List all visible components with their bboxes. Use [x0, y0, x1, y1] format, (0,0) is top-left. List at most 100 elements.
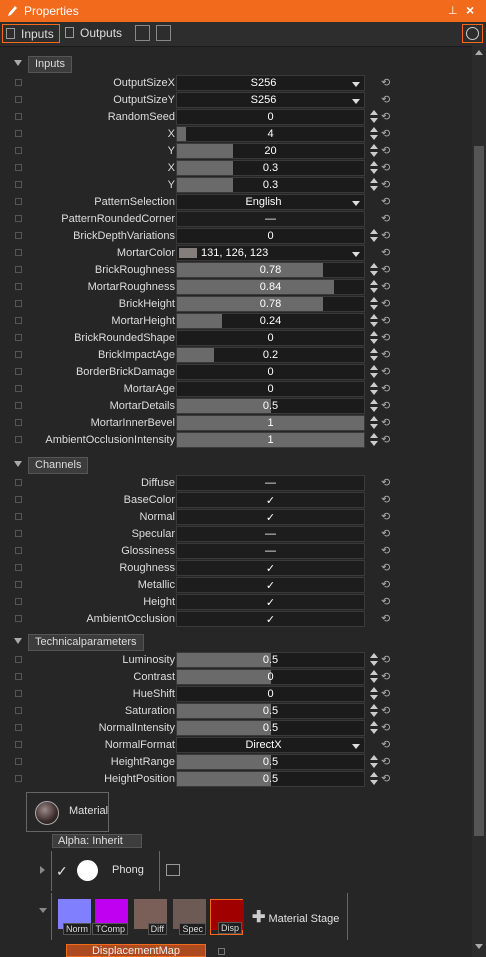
- toggle-field[interactable]: —: [176, 211, 365, 227]
- spin-up-icon[interactable]: [370, 365, 378, 370]
- spin-arrows-icon[interactable]: [370, 161, 379, 175]
- shader-block[interactable]: ✓ Phong: [51, 851, 160, 891]
- reset-icon[interactable]: ⟲: [381, 595, 390, 608]
- value-slider[interactable]: 0: [176, 330, 365, 346]
- reset-icon[interactable]: ⟲: [381, 561, 390, 574]
- reset-icon[interactable]: ⟲: [381, 365, 390, 378]
- spin-up-icon[interactable]: [370, 433, 378, 438]
- spin-down-icon[interactable]: [370, 305, 378, 310]
- row-checkbox[interactable]: [15, 130, 22, 137]
- value-slider[interactable]: 0.5: [176, 720, 365, 736]
- row-checkbox[interactable]: [15, 79, 22, 86]
- close-icon[interactable]: ×: [466, 2, 474, 18]
- scroll-up-icon[interactable]: [475, 50, 483, 55]
- row-checkbox[interactable]: [15, 690, 22, 697]
- tab-outputs[interactable]: Outputs: [62, 24, 130, 43]
- spin-arrows-icon[interactable]: [370, 314, 379, 328]
- reset-icon[interactable]: ⟲: [381, 93, 390, 106]
- reset-icon[interactable]: ⟲: [381, 246, 390, 259]
- spin-up-icon[interactable]: [370, 670, 378, 675]
- scroll-down-icon[interactable]: [475, 944, 483, 949]
- value-slider[interactable]: 0.5: [176, 398, 365, 414]
- spin-up-icon[interactable]: [370, 280, 378, 285]
- scroll-thumb[interactable]: [474, 146, 484, 836]
- chevron-down-icon[interactable]: [14, 60, 22, 66]
- row-checkbox[interactable]: [15, 317, 22, 324]
- spin-up-icon[interactable]: [370, 127, 378, 132]
- spin-arrows-icon[interactable]: [370, 382, 379, 396]
- spin-up-icon[interactable]: [370, 721, 378, 726]
- row-checkbox[interactable]: [15, 198, 22, 205]
- spin-down-icon[interactable]: [370, 237, 378, 242]
- spin-arrows-icon[interactable]: [370, 280, 379, 294]
- spin-arrows-icon[interactable]: [370, 755, 379, 769]
- spin-down-icon[interactable]: [370, 339, 378, 344]
- reset-icon[interactable]: ⟲: [381, 280, 390, 293]
- value-dropdown[interactable]: S256: [176, 92, 365, 108]
- spin-up-icon[interactable]: [370, 653, 378, 658]
- value-slider[interactable]: 0: [176, 669, 365, 685]
- reset-icon[interactable]: ⟲: [381, 127, 390, 140]
- reset-icon[interactable]: ⟲: [381, 229, 390, 242]
- spin-arrows-icon[interactable]: [370, 229, 379, 243]
- material-button[interactable]: Material: [26, 792, 109, 832]
- reset-icon[interactable]: ⟲: [381, 476, 390, 489]
- reset-icon[interactable]: ⟲: [381, 612, 390, 625]
- row-checkbox[interactable]: [15, 707, 22, 714]
- spin-arrows-icon[interactable]: [370, 653, 379, 667]
- spin-up-icon[interactable]: [370, 755, 378, 760]
- layout-rows-icon[interactable]: [156, 25, 171, 41]
- spin-arrows-icon[interactable]: [370, 110, 379, 124]
- spin-arrows-icon[interactable]: [370, 178, 379, 192]
- spin-up-icon[interactable]: [370, 161, 378, 166]
- row-checkbox[interactable]: [15, 181, 22, 188]
- spin-arrows-icon[interactable]: [370, 670, 379, 684]
- value-slider[interactable]: 0.84: [176, 279, 365, 295]
- row-checkbox[interactable]: [15, 300, 22, 307]
- row-checkbox[interactable]: [15, 164, 22, 171]
- row-checkbox[interactable]: [15, 547, 22, 554]
- spin-up-icon[interactable]: [370, 263, 378, 268]
- tab-inputs[interactable]: Inputs: [2, 24, 60, 43]
- row-checkbox[interactable]: [15, 479, 22, 486]
- stage-thumbnail-norm[interactable]: Norm: [58, 899, 91, 935]
- row-checkbox[interactable]: [15, 598, 22, 605]
- stage-thumbnail-diff[interactable]: Diff: [134, 899, 167, 935]
- row-checkbox[interactable]: [15, 419, 22, 426]
- reset-icon[interactable]: ⟲: [381, 670, 390, 683]
- spin-arrows-icon[interactable]: [370, 433, 379, 447]
- chevron-down-icon[interactable]: [14, 461, 22, 467]
- value-slider[interactable]: 0: [176, 228, 365, 244]
- spin-down-icon[interactable]: [370, 780, 378, 785]
- spin-down-icon[interactable]: [370, 356, 378, 361]
- reset-icon[interactable]: ⟲: [381, 738, 390, 751]
- reset-icon[interactable]: ⟲: [381, 433, 390, 446]
- add-material-stage-button[interactable]: ✚ Material Stage: [252, 907, 339, 927]
- reset-icon[interactable]: ⟲: [381, 331, 390, 344]
- color-picker[interactable]: 131, 126, 123: [176, 245, 365, 261]
- toggle-field[interactable]: —: [176, 543, 365, 559]
- spin-up-icon[interactable]: [370, 416, 378, 421]
- reset-icon[interactable]: ⟲: [381, 755, 390, 768]
- spin-arrows-icon[interactable]: [370, 704, 379, 718]
- toggle-field[interactable]: —: [176, 475, 365, 491]
- toggle-field[interactable]: ✓: [176, 611, 365, 627]
- reset-icon[interactable]: ⟲: [381, 527, 390, 540]
- spin-down-icon[interactable]: [370, 118, 378, 123]
- reset-icon[interactable]: ⟲: [381, 314, 390, 327]
- spin-up-icon[interactable]: [370, 297, 378, 302]
- reset-icon[interactable]: ⟲: [381, 195, 390, 208]
- spin-up-icon[interactable]: [370, 331, 378, 336]
- row-checkbox[interactable]: [15, 758, 22, 765]
- stage-thumbnail-spec[interactable]: Spec: [173, 899, 206, 935]
- value-slider[interactable]: 0.2: [176, 347, 365, 363]
- value-slider[interactable]: 0.78: [176, 296, 365, 312]
- value-dropdown[interactable]: DirectX: [176, 737, 365, 753]
- row-checkbox[interactable]: [15, 351, 22, 358]
- pin-icon[interactable]: ⊥: [448, 4, 458, 17]
- row-checkbox[interactable]: [15, 581, 22, 588]
- spin-down-icon[interactable]: [370, 288, 378, 293]
- stage-thumbnail-disp[interactable]: Disp: [210, 899, 244, 935]
- reset-icon[interactable]: ⟲: [381, 76, 390, 89]
- value-slider[interactable]: 0.24: [176, 313, 365, 329]
